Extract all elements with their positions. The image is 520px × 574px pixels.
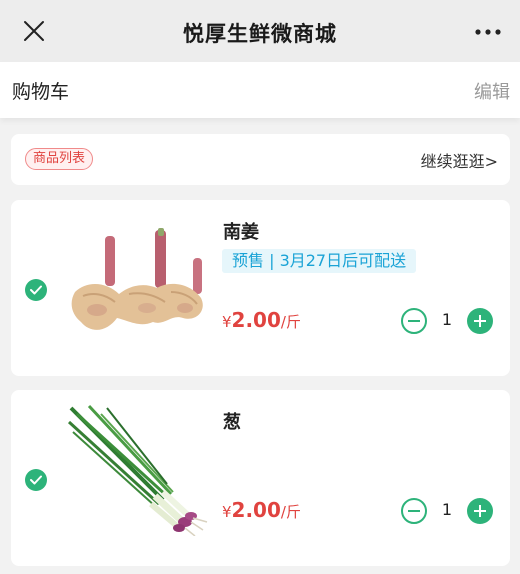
cart-item: 南姜 预售 | 3月27日后可配送 ¥2.00/斤 1 xyxy=(11,200,510,376)
cart-title: 购物车 xyxy=(12,81,70,103)
decrease-quantity-button[interactable] xyxy=(401,498,427,524)
cart-item: 葱 ¥2.00/斤 1 xyxy=(11,390,510,566)
continue-shopping-link[interactable]: 继续逛逛> xyxy=(421,148,498,172)
price-unit: /斤 xyxy=(280,313,301,331)
price-value: 2.00 xyxy=(231,308,281,332)
more-dots-icon[interactable] xyxy=(474,22,502,42)
edit-button[interactable]: 编辑 xyxy=(474,78,510,104)
increase-quantity-button[interactable] xyxy=(467,308,493,334)
price-unit: /斤 xyxy=(280,503,301,521)
price-value: 2.00 xyxy=(231,498,281,522)
currency-symbol: ¥ xyxy=(222,503,232,521)
product-list-tag: 商品列表 xyxy=(25,148,94,170)
product-list-bar: 商品列表 继续逛逛> xyxy=(11,134,510,185)
item-price: ¥2.00/斤 xyxy=(222,498,301,522)
page-title: 悦厚生鲜微商城 xyxy=(183,22,337,46)
presale-badge: 预售 | 3月27日后可配送 xyxy=(222,249,417,273)
item-price: ¥2.00/斤 xyxy=(222,308,301,332)
galangal-image xyxy=(71,228,203,330)
decrease-quantity-button[interactable] xyxy=(401,308,427,334)
checkbox-checked-icon[interactable] xyxy=(25,469,47,491)
quantity-value: 1 xyxy=(441,310,453,329)
currency-symbol: ¥ xyxy=(222,313,232,331)
item-name: 葱 xyxy=(223,412,241,433)
scallion-image xyxy=(67,404,208,536)
cart-header: 购物车 编辑 xyxy=(0,62,520,118)
item-name: 南姜 xyxy=(223,222,259,243)
quantity-value: 1 xyxy=(441,500,453,519)
title-bar: 悦厚生鲜微商城 xyxy=(0,0,520,62)
increase-quantity-button[interactable] xyxy=(467,498,493,524)
checkbox-checked-icon[interactable] xyxy=(25,279,47,301)
